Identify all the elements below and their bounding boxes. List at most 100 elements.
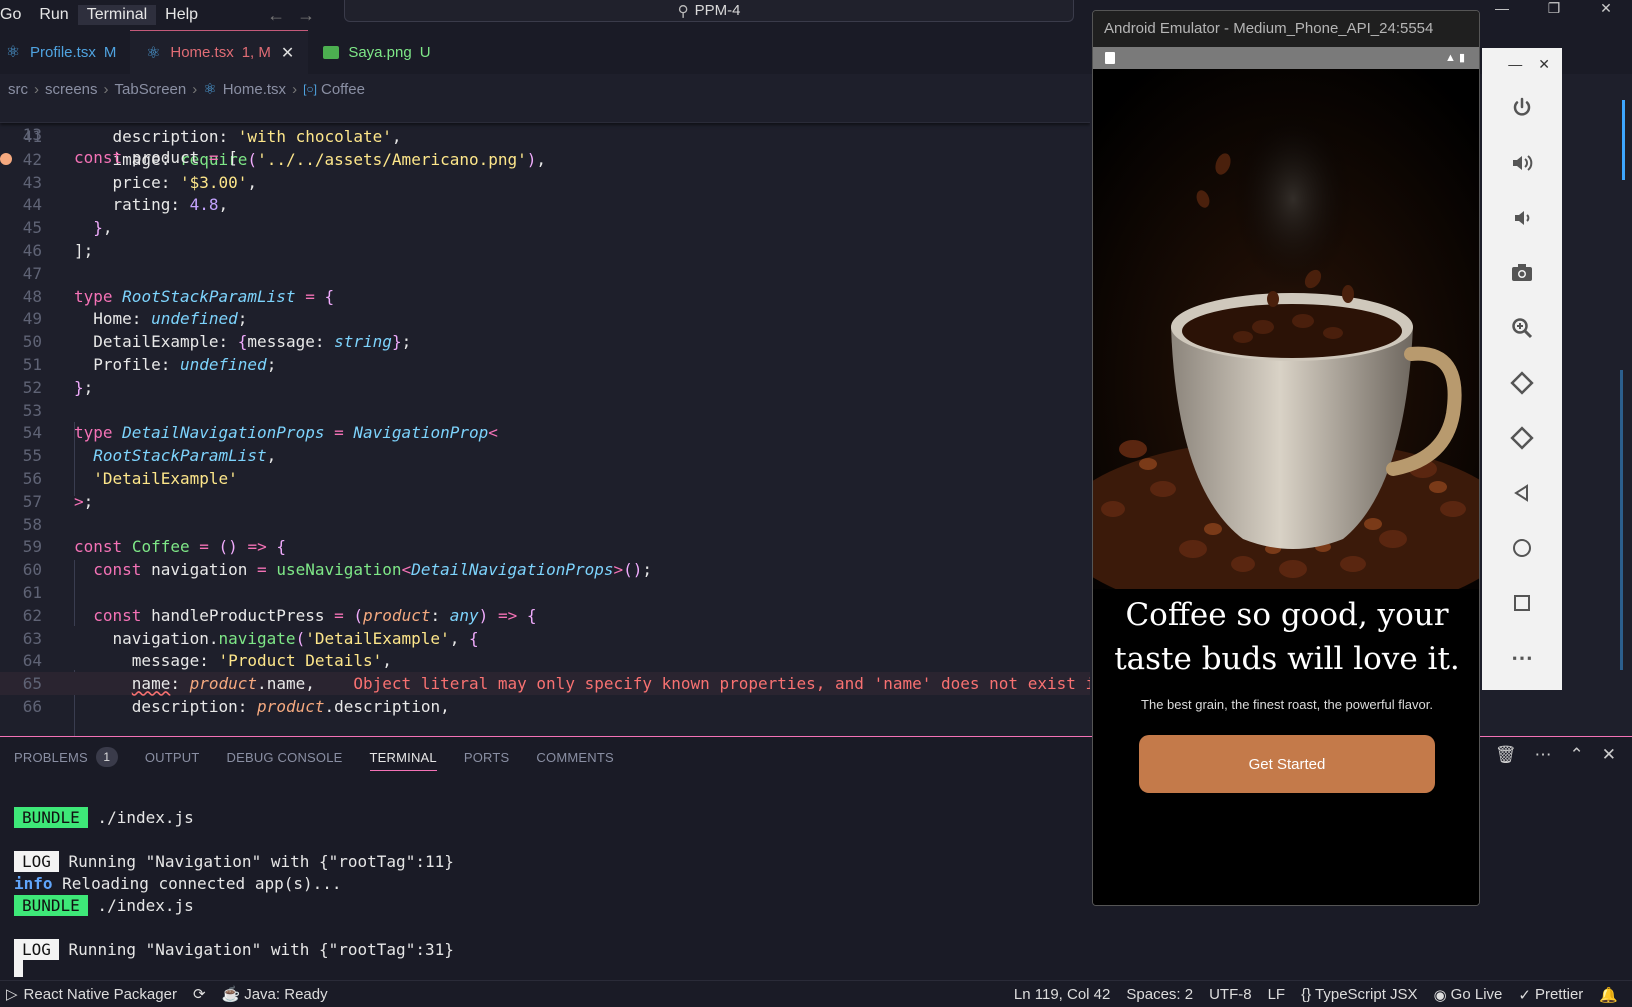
restore-icon[interactable]: ❐ [1528, 0, 1580, 20]
minimize-icon[interactable]: — [1508, 56, 1522, 80]
tab-terminal[interactable]: TERMINAL [369, 750, 437, 771]
line-number: 51 [22, 355, 42, 374]
line-number: 63 [22, 628, 42, 648]
code-line[interactable]: 45 }, [0, 216, 1090, 239]
tab-label: Saya.png [348, 43, 412, 61]
status-label: Java: Ready [244, 985, 328, 1003]
minimap[interactable] [1560, 100, 1625, 736]
tab-comments[interactable]: COMMENTS [536, 750, 613, 765]
code-line[interactable]: 52}; [0, 376, 1090, 399]
code-text: type RootStackParamList = { [74, 286, 335, 306]
code-line[interactable]: 64 message: 'Product Details', [0, 649, 1090, 672]
status-encoding[interactable]: UTF-8 [1209, 986, 1252, 1003]
code-editor[interactable]: 13 const product = [ 41 description: 'wi… [0, 100, 1090, 736]
tab-saya[interactable]: Saya.png U [308, 30, 444, 74]
status-language[interactable]: {} TypeScript JSX [1301, 986, 1417, 1003]
menu-go[interactable]: Go [0, 5, 30, 25]
code-line[interactable]: 53 [0, 399, 1090, 422]
coffee-cup-icon: ☕ [221, 986, 241, 1003]
close-icon[interactable]: ✕ [1538, 56, 1550, 80]
volume-up-icon[interactable] [1482, 135, 1562, 190]
status-eol[interactable]: LF [1268, 986, 1286, 1003]
menu-run[interactable]: Run [30, 5, 77, 25]
code-line[interactable]: 56 'DetailExample' [0, 467, 1090, 490]
get-started-button[interactable]: Get Started [1139, 735, 1435, 793]
code-line[interactable]: 44 rating: 4.8, [0, 193, 1090, 216]
maximize-panel-icon[interactable]: ⌃ [1570, 745, 1584, 765]
close-window-icon[interactable]: ✕ [1580, 0, 1632, 20]
volume-down-icon[interactable] [1482, 190, 1562, 245]
sync-icon[interactable]: ⟳ [193, 985, 206, 1003]
rotate-left-icon[interactable] [1482, 355, 1562, 410]
scroll-thumb[interactable] [1622, 100, 1625, 180]
breadcrumb-item[interactable]: screens [45, 81, 98, 98]
code-line[interactable]: 51 Profile: undefined; [0, 353, 1090, 376]
back-arrow-icon[interactable]: ← [267, 5, 285, 26]
scrollbar-track[interactable] [1620, 370, 1623, 670]
line-number: 46 [22, 241, 42, 260]
line-number: 58 [22, 514, 42, 534]
device-screen[interactable]: Coffee so good, your taste buds will lov… [1093, 69, 1479, 905]
code-line[interactable]: 62 const handleProductPress = (product: … [0, 604, 1090, 627]
bell-icon[interactable]: 🔔 [1599, 986, 1618, 1004]
hero-subtitle: The best grain, the finest roast, the po… [1141, 697, 1433, 712]
code-line[interactable]: 60 const navigation = useNavigation<Deta… [0, 558, 1090, 581]
chevron-right-icon: › [192, 80, 198, 98]
menu-terminal[interactable]: Terminal [77, 5, 157, 25]
forward-arrow-icon[interactable]: → [297, 5, 315, 26]
power-icon[interactable] [1482, 80, 1562, 135]
code-line[interactable]: 46]; [0, 239, 1090, 262]
code-line[interactable]: 48 type RootStackParamList = { [0, 285, 1090, 308]
tab-ports[interactable]: PORTS [464, 750, 510, 765]
more-icon[interactable]: ⋯ [1482, 630, 1562, 685]
code-text: }, [93, 218, 113, 238]
command-center[interactable]: ⚲ PPM-4 [344, 0, 1074, 22]
trash-icon[interactable]: 🗑 [1495, 745, 1517, 765]
status-go-live[interactable]: ◉ Go Live [1434, 986, 1503, 1004]
rotate-right-icon[interactable] [1482, 410, 1562, 465]
tab-output[interactable]: OUTPUT [145, 750, 200, 765]
close-icon[interactable]: ✕ [281, 43, 294, 63]
code-line[interactable]: 59 const Coffee = () => { [0, 535, 1090, 558]
tab-label: Home.tsx [170, 44, 234, 61]
breadcrumb-item[interactable]: TabScreen [115, 81, 187, 98]
status-cursor-position[interactable]: Ln 119, Col 42 [1014, 986, 1110, 1003]
code-line[interactable]: 66 description: product.description, [0, 695, 1090, 718]
code-line[interactable]: 55 RootStackParamList, [0, 444, 1090, 467]
code-line[interactable]: 50 DetailExample: {message: string}; [0, 330, 1090, 353]
react-icon: ⚛ [5, 44, 21, 61]
camera-icon[interactable] [1482, 245, 1562, 300]
tab-problems[interactable]: PROBLEMS 1 [14, 747, 118, 767]
code-line[interactable]: 54 type DetailNavigationProps = Navigatio… [0, 421, 1090, 444]
code-line[interactable]: 63 navigation.navigate('DetailExample', … [0, 627, 1090, 650]
code-line[interactable]: 47 [0, 262, 1090, 285]
zoom-icon[interactable] [1482, 300, 1562, 355]
back-icon[interactable] [1482, 465, 1562, 520]
minimize-icon[interactable]: — [1476, 0, 1528, 20]
menu-help[interactable]: Help [156, 5, 207, 25]
breadcrumb-item[interactable]: Coffee [321, 81, 365, 98]
tab-profile[interactable]: ⚛ Profile.tsx M [0, 30, 130, 74]
tab-debug-console[interactable]: DEBUG CONSOLE [227, 750, 343, 765]
code-line[interactable]: 61 [0, 581, 1090, 604]
close-panel-icon[interactable]: ✕ [1602, 745, 1616, 765]
more-icon[interactable]: ⋯ [1535, 745, 1552, 765]
chevron-right-icon: › [103, 80, 109, 98]
status-prettier[interactable]: ✓ Prettier [1518, 986, 1583, 1004]
status-indentation[interactable]: Spaces: 2 [1126, 986, 1193, 1003]
status-java[interactable]: ☕ Java: Ready [221, 985, 328, 1004]
code-line[interactable]: 43 price: '$3.00', [0, 171, 1090, 194]
status-packager[interactable]: ▷ React Native Packager [6, 985, 177, 1004]
code-text: ]; [74, 241, 94, 260]
code-line[interactable]: 41 description: 'with chocolate', [0, 125, 1090, 148]
home-icon[interactable] [1482, 520, 1562, 575]
breadcrumb-item[interactable]: src [8, 81, 28, 98]
code-line[interactable]: 57 >; [0, 490, 1090, 513]
sticky-scroll-line[interactable]: 13 const product = [ [0, 100, 1090, 167]
code-line[interactable]: 58 [0, 513, 1090, 536]
code-line[interactable]: 49 Home: undefined; [0, 307, 1090, 330]
breadcrumb-item[interactable]: Home.tsx [223, 81, 286, 98]
tab-home[interactable]: ⚛ Home.tsx 1, M ✕ [130, 30, 309, 74]
overview-icon[interactable] [1482, 575, 1562, 630]
code-line[interactable]: 65 name: product.name, Object literal ma… [0, 672, 1090, 696]
